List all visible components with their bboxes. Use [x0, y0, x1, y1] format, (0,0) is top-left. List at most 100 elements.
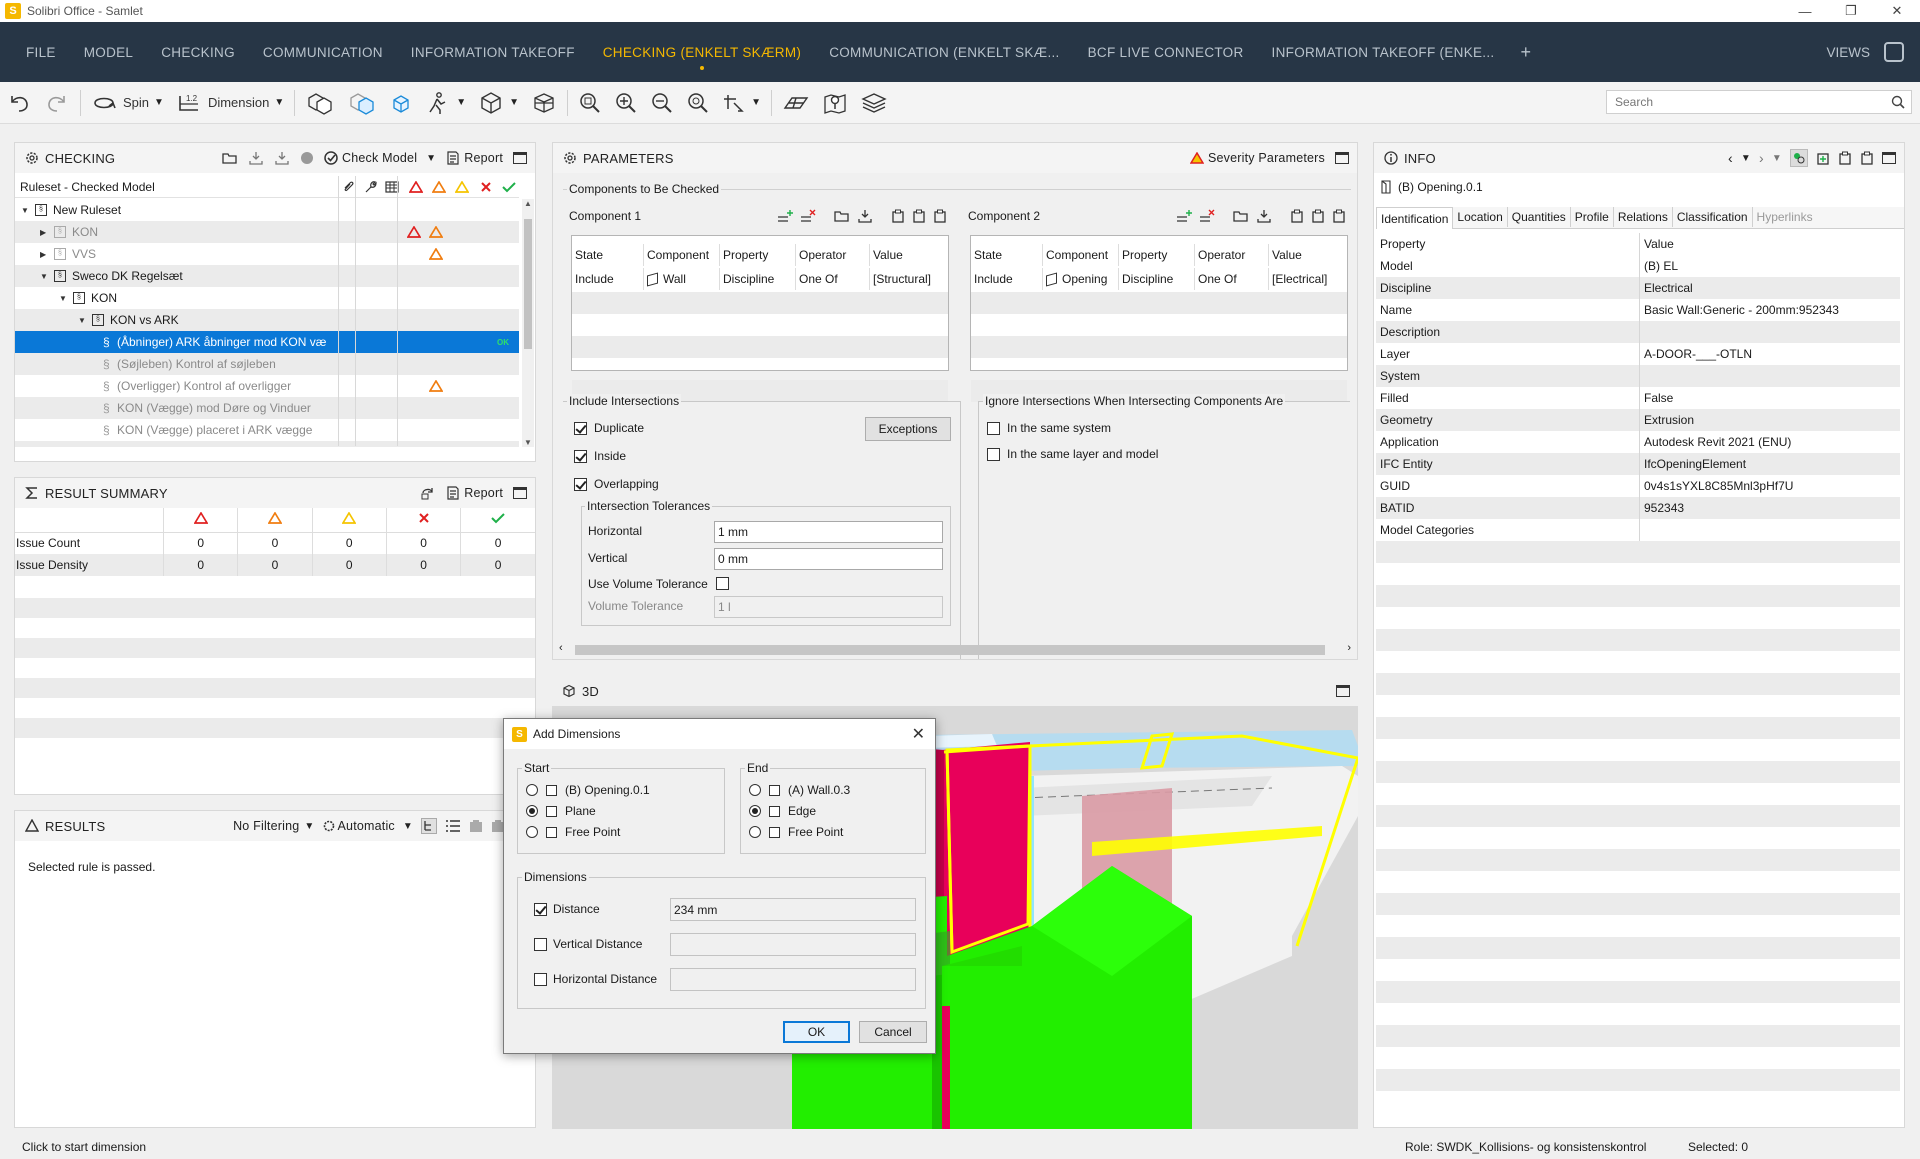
- radio-option[interactable]: Edge: [749, 804, 816, 818]
- save-icon[interactable]: [857, 209, 873, 223]
- property-row[interactable]: Model (B) EL: [1376, 255, 1900, 277]
- history-forward-dropdown-icon[interactable]: ▼: [1772, 153, 1782, 164]
- add-tab-button[interactable]: +: [1508, 42, 1543, 63]
- duplicate-checkbox[interactable]: Duplicate: [574, 421, 644, 435]
- transparent-components-button[interactable]: [341, 82, 383, 124]
- expand-toggle-icon[interactable]: ▼: [78, 316, 86, 325]
- inside-checkbox[interactable]: Inside: [574, 449, 626, 463]
- distance-checkbox[interactable]: Distance: [534, 902, 600, 916]
- tab-relations[interactable]: Relations: [1614, 207, 1673, 227]
- property-row[interactable]: Application Autodesk Revit 2021 (ENU): [1376, 431, 1900, 453]
- minimize-button[interactable]: —: [1782, 0, 1828, 22]
- clipboard-copy-icon[interactable]: [1860, 151, 1874, 165]
- property-row[interactable]: Discipline Electrical: [1376, 277, 1900, 299]
- radio-button[interactable]: [749, 826, 761, 838]
- tab-checking[interactable]: CHECKING: [147, 22, 249, 82]
- radio-option[interactable]: Plane: [526, 804, 596, 818]
- horizontal-distance-checkbox-box[interactable]: [534, 972, 547, 986]
- same-system-checkbox[interactable]: In the same system: [987, 421, 1111, 435]
- scroll-left-icon[interactable]: ‹: [559, 642, 563, 654]
- tree-row[interactable]: § KON (dæk) placeret i ARK dæk: [15, 441, 519, 447]
- search-input[interactable]: Search: [1606, 90, 1912, 114]
- use-volume-checkbox[interactable]: [716, 577, 729, 590]
- undo-button[interactable]: [0, 82, 38, 124]
- tree-row[interactable]: ▼ § Sweco DK Regelsæt: [15, 265, 519, 287]
- tab-identification[interactable]: Identification: [1376, 207, 1454, 229]
- clipboard-paste-icon[interactable]: [1332, 209, 1346, 223]
- scroll-down-icon[interactable]: ▼: [524, 438, 532, 447]
- horizontal-tolerance-input[interactable]: 1 mm: [714, 521, 943, 543]
- spin-button[interactable]: Spin ▼: [85, 82, 170, 124]
- redo-button[interactable]: [38, 82, 76, 124]
- vertical-tolerance-input[interactable]: 0 mm: [714, 548, 943, 570]
- tab-hyperlinks[interactable]: Hyperlinks: [1753, 207, 1817, 227]
- maximize-icon[interactable]: [513, 152, 527, 164]
- scroll-up-icon[interactable]: ▲: [524, 199, 532, 208]
- property-row[interactable]: Filled False: [1376, 387, 1900, 409]
- overlapping-checkbox[interactable]: Overlapping: [574, 477, 659, 491]
- tree-row[interactable]: § KON (Vægge) placeret i ARK vægge: [15, 419, 519, 441]
- clipboard-copy-icon[interactable]: [1311, 209, 1325, 223]
- zoom-selected-button[interactable]: [680, 82, 716, 124]
- expand-toggle-icon[interactable]: ▼: [21, 206, 29, 215]
- dimension-button[interactable]: 1.2 Dimension ▼: [170, 82, 290, 124]
- tab-checking-single-screen[interactable]: CHECKING (ENKELT SKÆRM): [589, 22, 815, 82]
- dialog-close-icon[interactable]: ✕: [912, 724, 925, 744]
- tab-file[interactable]: FILE: [12, 22, 70, 82]
- zoom-out-button[interactable]: [644, 82, 680, 124]
- views-home-icon[interactable]: [1884, 42, 1904, 62]
- tree-row[interactable]: ▼ § KON: [15, 287, 519, 309]
- property-row[interactable]: IFC Entity IfcOpeningElement: [1376, 453, 1900, 475]
- selection-box-button[interactable]: [383, 82, 419, 124]
- checking-report-button[interactable]: Report: [446, 151, 503, 165]
- property-row[interactable]: GUID 0v4s1sYXL8C85Mnl3pHf7U: [1376, 475, 1900, 497]
- tab-information-takeoff[interactable]: INFORMATION TAKEOFF: [397, 22, 589, 82]
- tree-row[interactable]: ▶ § KON: [15, 221, 519, 243]
- forward-icon[interactable]: ›: [1759, 150, 1764, 166]
- add-clipboard-icon[interactable]: [1816, 151, 1830, 165]
- property-row[interactable]: Name Basic Wall:Generic - 200mm:952343: [1376, 299, 1900, 321]
- floor-plan-button[interactable]: [776, 82, 816, 124]
- expand-toggle-icon[interactable]: ▼: [59, 294, 67, 303]
- expand-toggle-icon[interactable]: ▼: [40, 272, 48, 281]
- component-row[interactable]: Include Wall Discipline One Of [Structural]: [572, 268, 948, 290]
- clipboard-icon[interactable]: [1290, 209, 1304, 223]
- save-icon[interactable]: [1256, 209, 1272, 223]
- history-dropdown-icon[interactable]: ▼: [1741, 153, 1751, 164]
- property-row[interactable]: Geometry Extrusion: [1376, 409, 1900, 431]
- tab-information-takeoff-single-screen[interactable]: INFORMATION TAKEOFF (ENKE...: [1258, 22, 1509, 82]
- horizontal-distance-input[interactable]: [670, 968, 916, 991]
- tab-model[interactable]: MODEL: [70, 22, 148, 82]
- tab-quantities[interactable]: Quantities: [1508, 207, 1571, 227]
- property-row[interactable]: BATID 952343: [1376, 497, 1900, 519]
- summary-report-button[interactable]: Report: [446, 486, 503, 500]
- clipboard-icon[interactable]: [891, 209, 905, 223]
- location-map-button[interactable]: [816, 82, 854, 124]
- remove-row-icon[interactable]: [800, 209, 816, 223]
- zoom-fit-button[interactable]: [572, 82, 608, 124]
- property-row[interactable]: System: [1376, 365, 1900, 387]
- refresh-icon[interactable]: [420, 486, 436, 500]
- show-components-button[interactable]: [299, 82, 341, 124]
- radio-option[interactable]: (B) Opening.0.1: [526, 783, 650, 797]
- distance-input[interactable]: 234 mm: [670, 898, 916, 921]
- add-row-icon[interactable]: [777, 209, 793, 223]
- section-box-button[interactable]: [525, 82, 563, 124]
- back-icon[interactable]: ‹: [1728, 150, 1733, 166]
- scroll-thumb[interactable]: [524, 219, 532, 349]
- select-tool-button[interactable]: ▼: [716, 82, 767, 124]
- scroll-right-icon[interactable]: ›: [1347, 642, 1351, 654]
- tree-row[interactable]: ▼ § New Ruleset: [15, 199, 519, 221]
- radio-button[interactable]: [526, 784, 538, 796]
- same-layer-checkbox[interactable]: In the same layer and model: [987, 447, 1158, 461]
- tree-view-icon[interactable]: [421, 818, 437, 834]
- maximize-icon[interactable]: [513, 487, 527, 499]
- download-icon[interactable]: [274, 151, 290, 165]
- list-view-icon[interactable]: [445, 819, 461, 833]
- tree-row[interactable]: § (Søjleben) Kontrol af søjleben: [15, 353, 519, 375]
- add-row-icon[interactable]: [1176, 209, 1192, 223]
- parameters-hscrollbar[interactable]: ‹ ›: [559, 641, 1351, 657]
- mode-dropdown[interactable]: Automatic ▼: [323, 819, 414, 833]
- tree-row[interactable]: § (Åbninger) ARK åbninger mod KON væ OK: [15, 331, 519, 353]
- radio-button[interactable]: [749, 805, 761, 817]
